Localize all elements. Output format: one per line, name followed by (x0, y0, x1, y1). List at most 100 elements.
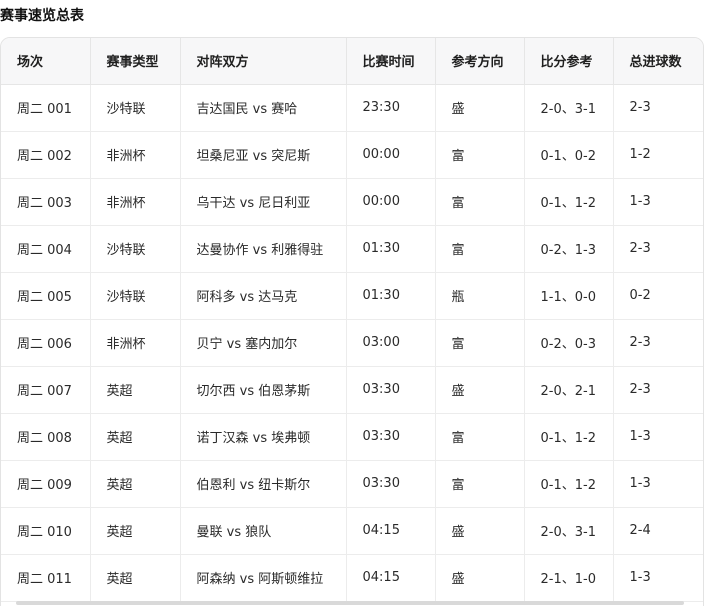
header-match-time: 比赛时间 (346, 38, 436, 85)
cell-total-goals: 2-4 (613, 507, 703, 555)
cell-match-time: 01:30 (346, 225, 436, 273)
cell-teams: 吉达国民 vs 赛哈 (180, 84, 347, 132)
header-league-type: 赛事类型 (90, 38, 181, 85)
cell-match-time: 23:30 (346, 84, 436, 132)
cell-match-time: 00:00 (346, 178, 436, 226)
cell-score-ref: 0-1、0-2 (524, 131, 614, 179)
cell-match-no: 周二 006 (1, 319, 91, 367)
header-teams: 对阵双方 (180, 38, 347, 85)
cell-score-ref: 2-0、3-1 (524, 84, 614, 132)
cell-total-goals: 2-3 (613, 84, 703, 132)
cell-match-no: 周二 005 (1, 272, 91, 320)
cell-score-ref: 2-1、1-0 (524, 554, 614, 602)
table-header-row: 场次 赛事类型 对阵双方 比赛时间 参考方向 比分参考 总进球数 (1, 38, 703, 85)
cell-match-time: 03:30 (346, 460, 436, 508)
table-row: 周二 001 沙特联 吉达国民 vs 赛哈 23:30 盛 2-0、3-1 2-… (1, 84, 703, 132)
cell-direction: 富 (435, 413, 525, 461)
cell-league-type: 非洲杯 (90, 178, 181, 226)
cell-direction: 盛 (435, 366, 525, 414)
cell-match-time: 00:00 (346, 131, 436, 179)
cell-league-type: 沙特联 (90, 272, 181, 320)
table-row: 周二 004 沙特联 达曼协作 vs 利雅得驻 01:30 富 0-2、1-3 … (1, 225, 703, 273)
cell-teams: 阿科多 vs 达马克 (180, 272, 347, 320)
cell-league-type: 英超 (90, 554, 181, 602)
header-score-ref: 比分参考 (524, 38, 614, 85)
cell-match-no: 周二 008 (1, 413, 91, 461)
table-row: 周二 010 英超 曼联 vs 狼队 04:15 盛 2-0、3-1 2-4 (1, 507, 703, 555)
cell-teams: 乌干达 vs 尼日利亚 (180, 178, 347, 226)
cell-match-time: 03:30 (346, 366, 436, 414)
cell-match-no: 周二 004 (1, 225, 91, 273)
cell-total-goals: 2-3 (613, 366, 703, 414)
cell-score-ref: 2-0、2-1 (524, 366, 614, 414)
table-row: 周二 011 英超 阿森纳 vs 阿斯顿维拉 04:15 盛 2-1、1-0 1… (1, 554, 703, 602)
cell-direction: 盛 (435, 554, 525, 602)
cell-match-time: 04:15 (346, 554, 436, 602)
header-total-goals: 总进球数 (613, 38, 703, 85)
table-row: 周二 007 英超 切尔西 vs 伯恩茅斯 03:30 盛 2-0、2-1 2-… (1, 366, 703, 414)
cell-league-type: 英超 (90, 507, 181, 555)
header-direction: 参考方向 (435, 38, 525, 85)
cell-league-type: 英超 (90, 366, 181, 414)
horizontal-scrollbar[interactable] (16, 601, 684, 605)
cell-direction: 瓶 (435, 272, 525, 320)
cell-teams: 坦桑尼亚 vs 突尼斯 (180, 131, 347, 179)
cell-score-ref: 0-1、1-2 (524, 413, 614, 461)
header-match-no: 场次 (1, 38, 91, 85)
cell-score-ref: 2-0、3-1 (524, 507, 614, 555)
table-row: 周二 005 沙特联 阿科多 vs 达马克 01:30 瓶 1-1、0-0 0-… (1, 272, 703, 320)
cell-total-goals: 2-3 (613, 319, 703, 367)
cell-league-type: 沙特联 (90, 84, 181, 132)
match-summary-table: 场次 赛事类型 对阵双方 比赛时间 参考方向 比分参考 总进球数 周二 001 … (1, 38, 703, 602)
cell-total-goals: 1-3 (613, 554, 703, 602)
page-title: 赛事速览总表 (0, 8, 84, 24)
table-row: 周二 006 非洲杯 贝宁 vs 塞内加尔 03:00 富 0-2、0-3 2-… (1, 319, 703, 367)
cell-league-type: 沙特联 (90, 225, 181, 273)
cell-teams: 伯恩利 vs 纽卡斯尔 (180, 460, 347, 508)
page: 赛事速览总表 场次 赛事类型 对阵双方 比赛时间 参考方向 比分参考 总进球数 (0, 0, 719, 606)
cell-score-ref: 0-2、1-3 (524, 225, 614, 273)
cell-direction: 盛 (435, 84, 525, 132)
cell-score-ref: 0-1、1-2 (524, 178, 614, 226)
cell-league-type: 英超 (90, 460, 181, 508)
cell-match-no: 周二 003 (1, 178, 91, 226)
cell-match-no: 周二 007 (1, 366, 91, 414)
cell-score-ref: 1-1、0-0 (524, 272, 614, 320)
cell-total-goals: 0-2 (613, 272, 703, 320)
table-row: 周二 008 英超 诺丁汉森 vs 埃弗顿 03:30 富 0-1、1-2 1-… (1, 413, 703, 461)
summary-table-container: 场次 赛事类型 对阵双方 比赛时间 参考方向 比分参考 总进球数 周二 001 … (0, 37, 704, 606)
cell-direction: 盛 (435, 507, 525, 555)
table-row: 周二 003 非洲杯 乌干达 vs 尼日利亚 00:00 富 0-1、1-2 1… (1, 178, 703, 226)
cell-total-goals: 1-3 (613, 460, 703, 508)
cell-teams: 曼联 vs 狼队 (180, 507, 347, 555)
cell-teams: 贝宁 vs 塞内加尔 (180, 319, 347, 367)
cell-score-ref: 0-2、0-3 (524, 319, 614, 367)
cell-total-goals: 1-2 (613, 131, 703, 179)
cell-direction: 富 (435, 178, 525, 226)
cell-teams: 达曼协作 vs 利雅得驻 (180, 225, 347, 273)
cell-direction: 富 (435, 225, 525, 273)
cell-match-time: 03:30 (346, 413, 436, 461)
cell-total-goals: 1-3 (613, 178, 703, 226)
cell-score-ref: 0-1、1-2 (524, 460, 614, 508)
cell-match-time: 03:00 (346, 319, 436, 367)
cell-league-type: 英超 (90, 413, 181, 461)
cell-direction: 富 (435, 131, 525, 179)
cell-direction: 富 (435, 319, 525, 367)
cell-match-no: 周二 009 (1, 460, 91, 508)
table-row: 周二 002 非洲杯 坦桑尼亚 vs 突尼斯 00:00 富 0-1、0-2 1… (1, 131, 703, 179)
cell-league-type: 非洲杯 (90, 319, 181, 367)
table-row: 周二 009 英超 伯恩利 vs 纽卡斯尔 03:30 富 0-1、1-2 1-… (1, 460, 703, 508)
cell-match-no: 周二 001 (1, 84, 91, 132)
cell-match-time: 01:30 (346, 272, 436, 320)
cell-league-type: 非洲杯 (90, 131, 181, 179)
cell-teams: 阿森纳 vs 阿斯顿维拉 (180, 554, 347, 602)
cell-match-no: 周二 002 (1, 131, 91, 179)
cell-teams: 切尔西 vs 伯恩茅斯 (180, 366, 347, 414)
cell-match-no: 周二 011 (1, 554, 91, 602)
cell-match-no: 周二 010 (1, 507, 91, 555)
cell-teams: 诺丁汉森 vs 埃弗顿 (180, 413, 347, 461)
cell-total-goals: 2-3 (613, 225, 703, 273)
cell-direction: 富 (435, 460, 525, 508)
cell-total-goals: 1-3 (613, 413, 703, 461)
